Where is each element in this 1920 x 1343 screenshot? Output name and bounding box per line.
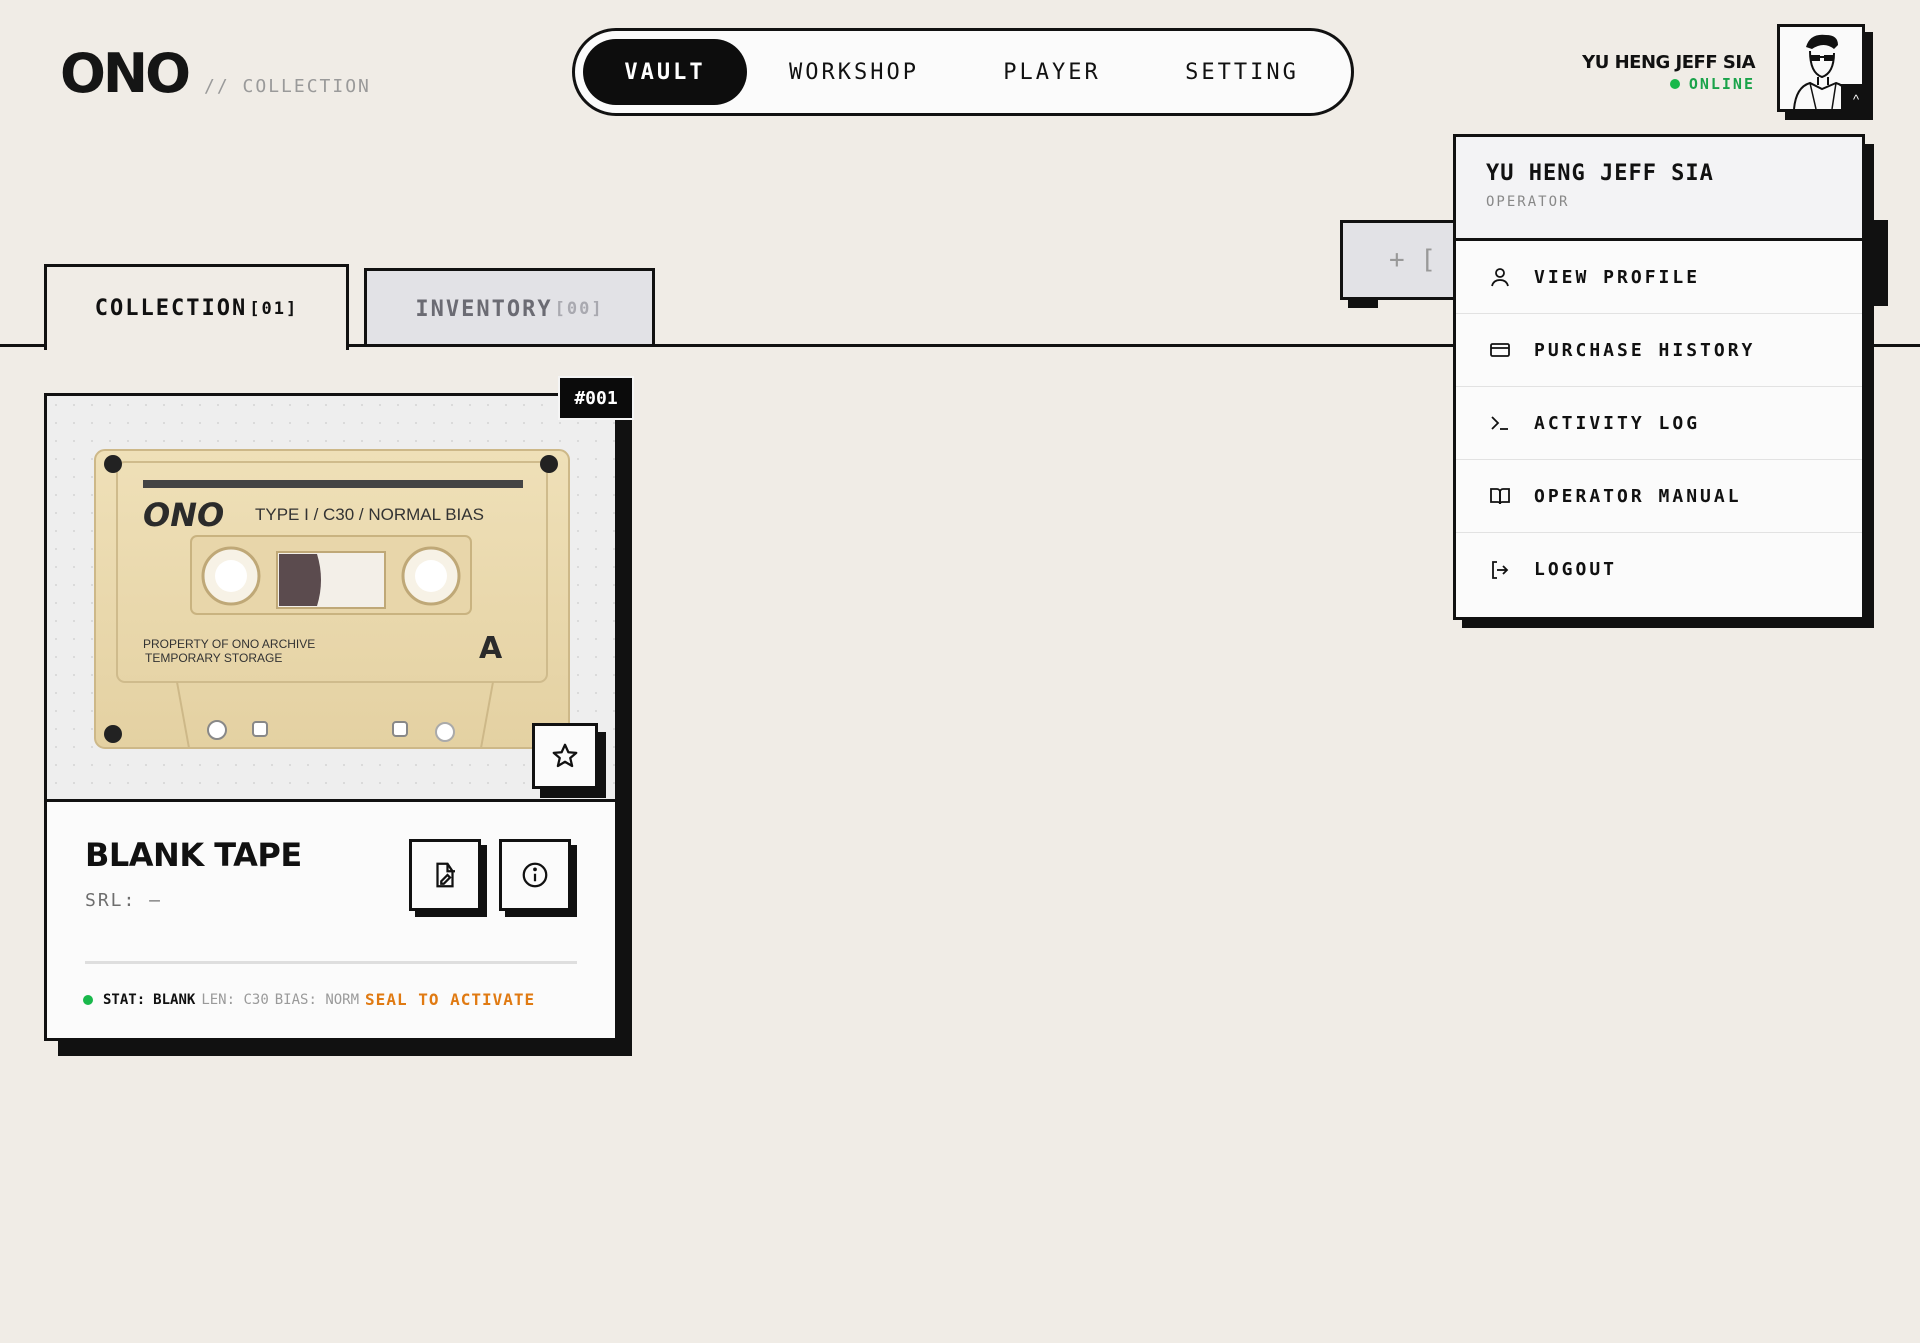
user-dropdown-menu: YU HENG JEFF SIA OPERATOR VIEW PROFILE P…: [1453, 134, 1865, 620]
tab-inventory-label: INVENTORY: [415, 296, 553, 322]
tape-serial: SRL: —: [85, 890, 163, 911]
stat-bias: BIAS: NORM: [274, 991, 360, 1008]
stat-value: BLANK: [153, 991, 196, 1008]
user-status-text: ONLINE: [1688, 75, 1755, 93]
nav-player[interactable]: PLAYER: [961, 39, 1143, 105]
menu-item-label: VIEW PROFILE: [1534, 266, 1701, 288]
credit-card-icon: [1486, 336, 1514, 364]
menu-item-purchase-history[interactable]: PURCHASE HISTORY: [1456, 314, 1862, 387]
cassette-line-2: TEMPORARY STORAGE: [145, 651, 282, 665]
tab-collection-count: [01]: [249, 298, 299, 319]
cassette-spec: TYPE I / C30 / NORMAL BIAS: [255, 505, 484, 524]
nav-vault[interactable]: VAULT: [583, 39, 747, 105]
user-icon: [1486, 263, 1514, 291]
tape-card[interactable]: ONO TYPE I / C30 / NORMAL BIAS PROPERTY …: [44, 393, 618, 1041]
logo[interactable]: ONO // COLLECTION: [60, 42, 371, 105]
chevron-up-icon: ^: [1841, 84, 1871, 114]
menu-item-label: PURCHASE HISTORY: [1534, 339, 1756, 361]
menu-item-label: LOGOUT: [1534, 559, 1618, 580]
dropdown-header: YU HENG JEFF SIA OPERATOR: [1456, 137, 1862, 241]
tape-image: ONO TYPE I / C30 / NORMAL BIAS PROPERTY …: [47, 396, 615, 802]
seal-to-activate-link[interactable]: SEAL TO ACTIVATE: [365, 990, 535, 1009]
cassette-line-1: PROPERTY OF ONO ARCHIVE: [143, 637, 315, 651]
stat-length: LEN: C30: [201, 991, 269, 1008]
tab-inventory-count: [00]: [554, 299, 604, 319]
tab-collection[interactable]: COLLECTION [01]: [44, 264, 349, 350]
favorite-button[interactable]: [532, 723, 598, 789]
menu-item-operator-manual[interactable]: OPERATOR MANUAL: [1456, 460, 1862, 533]
info-button[interactable]: [499, 839, 571, 911]
cassette-side: A: [479, 631, 503, 666]
menu-item-view-profile[interactable]: VIEW PROFILE: [1456, 241, 1862, 314]
add-tape-button[interactable]: + [: [1340, 220, 1460, 300]
terminal-icon: [1486, 409, 1514, 437]
dropdown-user-role: OPERATOR: [1486, 194, 1570, 210]
nav-workshop[interactable]: WORKSHOP: [747, 39, 961, 105]
star-icon: [552, 743, 578, 768]
tape-number-badge: #001: [558, 376, 634, 420]
nav-setting[interactable]: SETTING: [1143, 39, 1341, 105]
menu-item-logout[interactable]: LOGOUT: [1456, 533, 1862, 606]
main-nav: VAULT WORKSHOP PLAYER SETTING: [572, 28, 1354, 116]
online-dot-icon: [1669, 79, 1680, 89]
dropdown-user-name: YU HENG JEFF SIA: [1486, 161, 1714, 186]
menu-item-label: ACTIVITY LOG: [1534, 412, 1701, 434]
tape-title: BLANK TAPE: [85, 836, 302, 874]
book-icon: [1486, 482, 1514, 510]
user-info: YU HENG JEFF SIA ONLINE: [1582, 52, 1755, 93]
cassette-brand: ONO: [143, 496, 224, 534]
page-subtitle: // COLLECTION: [204, 76, 371, 97]
user-status: ONLINE: [1582, 75, 1755, 93]
menu-item-activity-log[interactable]: ACTIVITY LOG: [1456, 387, 1862, 460]
logout-icon: [1486, 556, 1514, 584]
avatar-button[interactable]: ^: [1777, 24, 1873, 120]
tab-collection-label: COLLECTION: [94, 296, 248, 321]
info-icon: [522, 862, 548, 888]
cassette-image: ONO TYPE I / C30 / NORMAL BIAS PROPERTY …: [94, 449, 570, 749]
status-dot-icon: [83, 994, 93, 1005]
file-edit-icon: [436, 862, 455, 888]
edit-tape-button[interactable]: [409, 839, 481, 911]
tab-inventory[interactable]: INVENTORY [00]: [364, 268, 655, 347]
logo-wordmark: ONO: [60, 42, 191, 105]
stat-label: STAT:: [103, 991, 146, 1008]
user-name: YU HENG JEFF SIA: [1582, 52, 1755, 73]
menu-item-label: OPERATOR MANUAL: [1534, 485, 1742, 507]
tape-stats: STAT: BLANK LEN: C30 BIAS: NORM SEAL TO …: [83, 990, 535, 1009]
card-divider: [85, 961, 577, 964]
